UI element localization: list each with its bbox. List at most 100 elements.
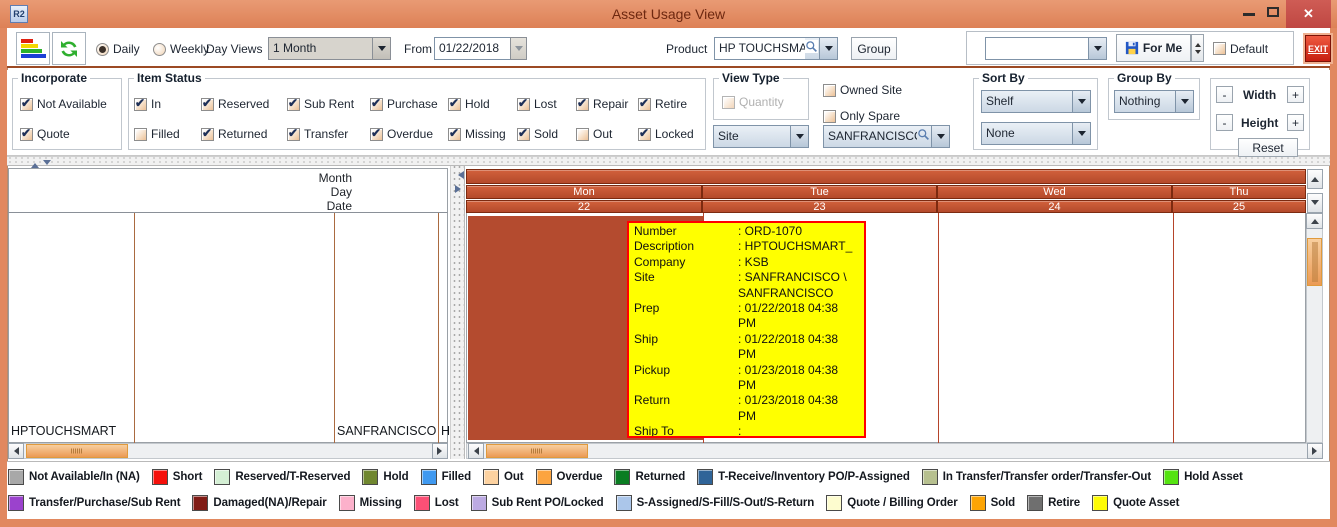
- date-header-24[interactable]: 24: [937, 200, 1172, 213]
- chevron-down-icon[interactable]: [372, 38, 390, 59]
- horizontal-splitter[interactable]: [7, 156, 1330, 166]
- spinner-down-icon[interactable]: [1195, 50, 1201, 57]
- purchase-checkbox[interactable]: [370, 98, 383, 111]
- sort-primary-select[interactable]: Shelf: [981, 90, 1091, 113]
- search-icon[interactable]: [805, 40, 818, 53]
- owned-site-checkbox[interactable]: [823, 84, 836, 97]
- group-by-select[interactable]: Nothing: [1114, 90, 1194, 113]
- locked-checkbox[interactable]: [638, 128, 651, 141]
- width-plus-button[interactable]: +: [1287, 86, 1304, 103]
- transfer-checkbox[interactable]: [287, 128, 300, 141]
- date-header-25[interactable]: 25: [1172, 200, 1306, 213]
- reset-button[interactable]: Reset: [1238, 138, 1298, 157]
- default-checkbox[interactable]: [1213, 42, 1226, 55]
- chevron-down-icon[interactable]: [1072, 91, 1090, 112]
- daily-radio[interactable]: [96, 43, 109, 56]
- overdue-checkbox[interactable]: [370, 128, 383, 141]
- day-header-tue[interactable]: Tue: [702, 185, 937, 199]
- chevron-down-icon[interactable]: [1072, 123, 1090, 144]
- legend-item: T-Receive/Inventory PO/P-Assigned: [697, 469, 910, 485]
- not-available-checkbox[interactable]: [20, 98, 33, 111]
- day-views-select[interactable]: 1 Month: [268, 37, 391, 60]
- refresh-button[interactable]: [52, 32, 86, 65]
- chevron-down-icon[interactable]: [1088, 38, 1106, 59]
- left-hscroll-left-button[interactable]: [8, 443, 24, 459]
- quote-checkbox[interactable]: [20, 128, 33, 141]
- sub-rent-checkbox[interactable]: [287, 98, 300, 111]
- product-value: HP TOUCHSMART: [715, 38, 805, 59]
- truncated-row-label: H: [441, 424, 450, 438]
- chevron-down-icon[interactable]: [790, 126, 808, 147]
- reserved-checkbox[interactable]: [201, 98, 214, 111]
- day-header-thu[interactable]: Thu: [1172, 185, 1306, 199]
- legend-icon: [21, 38, 46, 59]
- minimize-button[interactable]: [1243, 13, 1255, 16]
- vertical-splitter[interactable]: [450, 166, 465, 459]
- product-row-label[interactable]: HPTOUCHSMART: [11, 424, 116, 438]
- saved-view-select[interactable]: [985, 37, 1107, 60]
- for-me-label: For Me: [1143, 41, 1182, 55]
- header-scroll-down-button[interactable]: [1307, 193, 1323, 213]
- from-date-field[interactable]: 01/22/2018: [434, 37, 510, 60]
- default-checkbox-label: Default: [1230, 42, 1268, 56]
- weekly-radio[interactable]: [153, 43, 166, 56]
- filled-checkbox[interactable]: [134, 128, 147, 141]
- site-row-label[interactable]: SANFRANCISCO: [337, 424, 436, 438]
- in-checkbox[interactable]: [134, 98, 147, 111]
- splitter-right-icon[interactable]: [455, 185, 465, 193]
- sold-checkbox[interactable]: [517, 128, 530, 141]
- close-button[interactable]: ✕: [1286, 0, 1331, 28]
- day-header-wed[interactable]: Wed: [937, 185, 1172, 199]
- grid-hscroll-track[interactable]: [466, 443, 1323, 459]
- date-header-22[interactable]: 22: [466, 200, 702, 213]
- grid-vscroll-up-button[interactable]: [1306, 213, 1323, 229]
- sort-secondary-select[interactable]: None: [981, 122, 1091, 145]
- search-icon[interactable]: [917, 128, 930, 141]
- spinner-up-icon[interactable]: [1195, 40, 1201, 47]
- height-plus-button[interactable]: +: [1287, 114, 1304, 131]
- chevron-down-icon[interactable]: [931, 126, 949, 147]
- for-me-spinner[interactable]: [1191, 34, 1204, 62]
- from-date-dropdown[interactable]: [510, 37, 527, 60]
- left-hscroll-right-button[interactable]: [432, 443, 448, 459]
- product-search-combo[interactable]: HP TOUCHSMART: [714, 37, 838, 60]
- chevron-down-icon[interactable]: [511, 38, 526, 59]
- site-search-combo[interactable]: SANFRANCISCO: [823, 125, 950, 148]
- chevron-down-icon[interactable]: [1175, 91, 1193, 112]
- grid-vscroll-thumb[interactable]: [1307, 238, 1322, 286]
- grid-hscroll-right-button[interactable]: [1307, 443, 1323, 459]
- repair-checkbox[interactable]: [576, 98, 589, 111]
- width-minus-button[interactable]: -: [1216, 86, 1233, 103]
- day-header-mon[interactable]: Mon: [466, 185, 702, 199]
- exit-button[interactable]: EXIT: [1305, 35, 1331, 62]
- missing-checkbox[interactable]: [448, 128, 461, 141]
- title-bar[interactable]: R2 Asset Usage View ✕: [0, 0, 1337, 28]
- legend-swatch: [1027, 495, 1043, 511]
- transfer-label: Transfer: [304, 127, 348, 141]
- height-minus-button[interactable]: -: [1216, 114, 1233, 131]
- retire-checkbox[interactable]: [638, 98, 651, 111]
- header-scroll-up-button[interactable]: [1307, 169, 1323, 189]
- grid-hscroll-thumb[interactable]: [486, 444, 588, 458]
- grid-hscroll-left-button[interactable]: [468, 443, 484, 459]
- date-header-23[interactable]: 23: [702, 200, 937, 213]
- hold-checkbox[interactable]: [448, 98, 461, 111]
- splitter-up-icon[interactable]: [31, 159, 39, 168]
- maximize-button[interactable]: [1267, 7, 1279, 17]
- left-hscroll-thumb[interactable]: [26, 444, 128, 458]
- for-me-button[interactable]: For Me: [1116, 34, 1191, 62]
- view-mode-select[interactable]: Site: [713, 125, 809, 148]
- overdue-label: Overdue: [387, 127, 433, 141]
- legend-toggle-button[interactable]: [16, 32, 50, 65]
- lost-checkbox[interactable]: [517, 98, 530, 111]
- group-button[interactable]: Group: [851, 37, 897, 60]
- view-type-title: View Type: [719, 71, 783, 85]
- out-checkbox[interactable]: [576, 128, 589, 141]
- returned-checkbox[interactable]: [201, 128, 214, 141]
- chevron-down-icon[interactable]: [819, 38, 837, 59]
- grid-line: [1173, 213, 1174, 443]
- only-spare-checkbox[interactable]: [823, 110, 836, 123]
- splitter-left-icon[interactable]: [454, 171, 464, 179]
- left-tree-panel[interactable]: HPTOUCHSMART SANFRANCISCO H: [8, 213, 448, 443]
- legend-item: Hold: [362, 469, 408, 485]
